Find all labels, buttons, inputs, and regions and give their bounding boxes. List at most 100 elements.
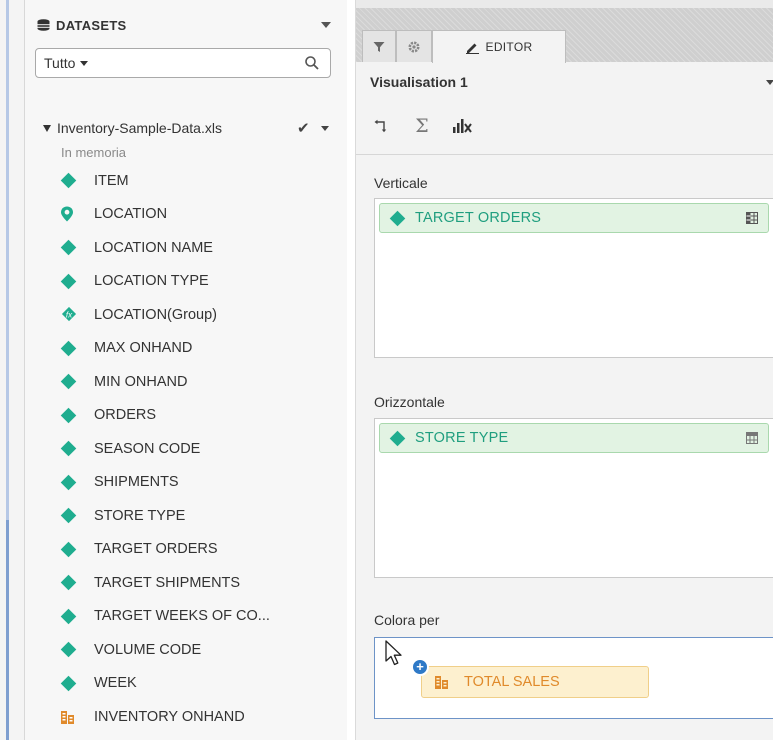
field-item[interactable]: VOLUME CODE: [60, 633, 350, 667]
tab-editor-label: EDITOR: [485, 40, 533, 54]
measure-icon: [60, 709, 86, 725]
field-label: INVENTORY ONHAND: [94, 708, 245, 725]
diamond-icon: [60, 474, 86, 491]
field-label: LOCATION NAME: [94, 239, 213, 256]
table-grid-icon[interactable]: [746, 212, 758, 224]
field-item[interactable]: SEASON CODE: [60, 432, 350, 466]
field-label: TARGET WEEKS OF CO...: [94, 608, 270, 625]
field-label: TARGET SHIPMENTS: [94, 574, 241, 591]
field-item[interactable]: INVENTORY ONHAND: [60, 700, 350, 734]
diamond-icon: [60, 641, 86, 658]
field-label: TARGET ORDERS: [94, 541, 218, 558]
editor-panel: EDITOR Visualisation 1 Σ Verticale TARGE…: [355, 0, 773, 740]
tabbar-top-strip: [356, 0, 773, 8]
field-item[interactable]: ORDERS: [60, 399, 350, 433]
expand-triangle-icon[interactable]: [43, 125, 51, 132]
location-pin-icon: [60, 206, 86, 222]
checkmark-icon: ✔: [297, 120, 310, 137]
pill-label: STORE TYPE: [415, 430, 509, 446]
tab-settings[interactable]: [396, 30, 432, 62]
field-label: VOLUME CODE: [94, 641, 202, 658]
field-item[interactable]: TARGET SHIPMENTS: [60, 566, 350, 600]
chevron-down-icon: [80, 61, 89, 66]
section-label-vertical: Verticale: [374, 175, 428, 191]
field-item[interactable]: LOCATION NAME: [60, 231, 350, 265]
diamond-icon: [60, 608, 86, 625]
measure-icon: [435, 676, 448, 689]
field-label: WEEK: [94, 675, 137, 692]
field-item[interactable]: TARGET WEEKS OF CO...: [60, 600, 350, 634]
diamond-icon: [60, 273, 86, 290]
field-item[interactable]: TARGET ORDERS: [60, 533, 350, 567]
dataset-filter-select[interactable]: Tutto: [35, 48, 331, 78]
field-item[interactable]: LOCATION: [60, 198, 350, 232]
pill-label: TARGET ORDERS: [415, 210, 542, 226]
field-label: SHIPMENTS: [94, 474, 179, 491]
clear-chart-icon: [453, 119, 472, 133]
field-item[interactable]: fx LOCATION(Group): [60, 298, 350, 332]
visualisation-title[interactable]: Visualisation 1: [370, 74, 468, 90]
diamond-icon: [60, 675, 86, 692]
diamond-icon: [60, 407, 86, 424]
gear-icon: [408, 41, 420, 52]
left-edge-strip: [0, 0, 25, 740]
dataset-status: In memoria: [61, 145, 127, 160]
dataset-menu-chevron-icon[interactable]: [321, 126, 329, 131]
tab-editor[interactable]: EDITOR: [432, 30, 566, 63]
field-label: MIN ONHAND: [94, 373, 188, 390]
diamond-icon: [60, 340, 86, 357]
field-item[interactable]: SHIPMENTS: [60, 466, 350, 500]
datasets-header: DATASETS: [37, 18, 127, 33]
diamond-icon: [60, 440, 86, 457]
swap-axes-icon: [374, 119, 387, 133]
drop-zone-color[interactable]: + TOTAL SALES: [374, 637, 773, 719]
editor-toolbar: Σ: [370, 112, 474, 140]
svg-text:fx: fx: [66, 310, 73, 319]
datasets-panel: DATASETS Tutto Inventory-Sample-Data.xls…: [25, 0, 347, 740]
dataset-filter-value[interactable]: Tutto: [44, 55, 89, 71]
diamond-icon: [60, 507, 86, 524]
search-icon[interactable]: [304, 55, 320, 71]
dataset-name[interactable]: Inventory-Sample-Data.xls: [57, 120, 222, 136]
datasets-title: DATASETS: [56, 18, 127, 33]
field-label: MAX ONHAND: [94, 340, 193, 357]
left-accent-bar-dark: [6, 520, 9, 740]
field-label: ORDERS: [94, 407, 157, 424]
field-label: LOCATION: [94, 206, 168, 223]
field-item[interactable]: WEEK: [60, 667, 350, 701]
pill-store-type[interactable]: STORE TYPE: [379, 423, 769, 453]
database-icon: [37, 19, 50, 31]
diamond-icon: [389, 210, 406, 226]
diamond-icon: [389, 430, 406, 446]
field-item[interactable]: ITEM: [60, 164, 350, 198]
swap-axes-button[interactable]: [370, 114, 394, 138]
add-badge-icon: +: [411, 658, 429, 676]
pill-target-orders[interactable]: TARGET ORDERS: [379, 203, 769, 233]
tab-filter[interactable]: [362, 30, 396, 62]
field-label: ITEM: [94, 172, 129, 189]
clear-chart-button[interactable]: [450, 114, 474, 138]
divider: [356, 154, 773, 155]
field-label: STORE TYPE: [94, 507, 186, 524]
visualisation-menu-chevron-icon[interactable]: [766, 80, 773, 85]
datasets-collapse-icon[interactable]: [321, 22, 331, 28]
fx-diamond-icon: fx: [60, 306, 86, 323]
field-label: LOCATION TYPE: [94, 273, 209, 290]
diamond-icon: [60, 574, 86, 591]
table-grid-icon[interactable]: [746, 432, 758, 444]
sigma-icon: Σ: [415, 115, 429, 137]
diamond-icon: [60, 172, 86, 189]
pill-total-sales-dragging[interactable]: TOTAL SALES: [421, 666, 649, 698]
drop-zone-vertical[interactable]: TARGET ORDERS: [374, 198, 773, 358]
field-item[interactable]: LOCATION TYPE: [60, 265, 350, 299]
pill-label: TOTAL SALES: [464, 674, 560, 690]
field-label: LOCATION(Group): [94, 306, 218, 323]
aggregate-button[interactable]: Σ: [410, 114, 434, 138]
drop-zone-horizontal[interactable]: STORE TYPE: [374, 418, 773, 578]
pencil-icon: [465, 43, 479, 54]
section-label-horizontal: Orizzontale: [374, 394, 445, 410]
field-item[interactable]: MAX ONHAND: [60, 332, 350, 366]
field-item[interactable]: MIN ONHAND: [60, 365, 350, 399]
field-item[interactable]: STORE TYPE: [60, 499, 350, 533]
diamond-icon: [60, 239, 86, 256]
